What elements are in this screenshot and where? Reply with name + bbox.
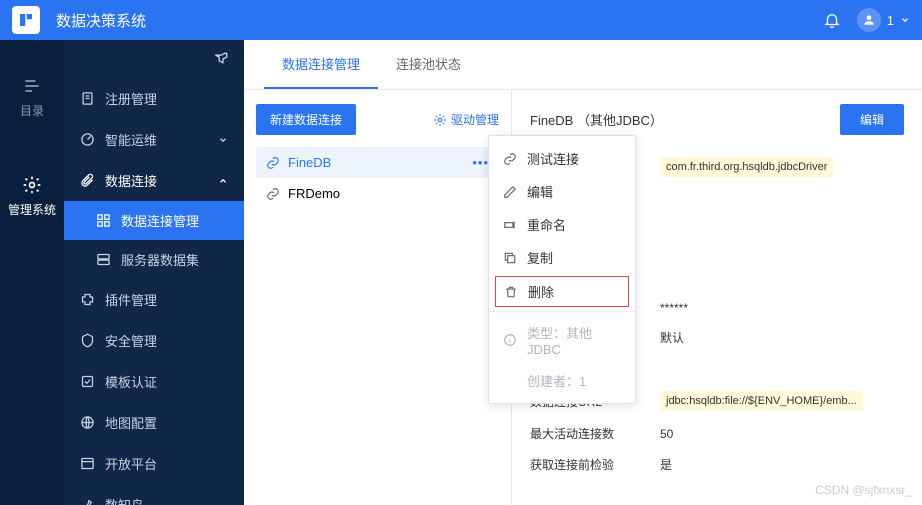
detail-row-maxactive: 最大活动连接数 50 [530, 425, 904, 442]
grid-icon [96, 213, 111, 228]
sidebar: 注册管理 智能运维 数据连接 数据连接管理 服务器数据集 [64, 40, 244, 505]
detail-row-precheck: 获取连接前检验 是 [530, 456, 904, 473]
gear-icon [433, 113, 447, 127]
ctx-rename[interactable]: 重命名 [489, 208, 635, 241]
sidebar-item-security[interactable]: 安全管理 [64, 320, 244, 361]
puzzle-icon [80, 292, 95, 307]
sidebar-sub-server-dataset[interactable]: 服务器数据集 [64, 240, 244, 279]
tab-bar: 数据连接管理 连接池状态 [244, 40, 922, 90]
link-icon [266, 156, 280, 170]
detail-header: FineDB （其他JDBC） 编辑 [530, 104, 904, 135]
sidebar-item-plugin[interactable]: 插件管理 [64, 279, 244, 320]
badge-icon [80, 374, 95, 389]
rail-item-system[interactable]: 管理系统 [0, 167, 64, 226]
info-icon [503, 333, 517, 347]
connection-item-finedb[interactable]: FineDB ••• [256, 147, 499, 178]
detail-title: FineDB （其他JDBC） [530, 110, 663, 129]
chevron-down-icon [218, 135, 228, 145]
copy-icon [503, 251, 517, 265]
list-icon [22, 76, 42, 96]
user-menu[interactable]: 1 [857, 8, 910, 32]
doc-icon [80, 91, 95, 106]
gear-icon [22, 175, 42, 195]
user-avatar-icon [857, 8, 881, 32]
app-logo [12, 6, 40, 34]
pin-icon[interactable] [214, 50, 230, 66]
driver-mgmt-button[interactable]: 驱动管理 [433, 111, 499, 128]
bird-icon [80, 497, 95, 505]
tab-conn-mgmt[interactable]: 数据连接管理 [264, 40, 378, 89]
app-title: 数据决策系统 [56, 10, 823, 31]
ctx-info-type: 类型：其他JDBC [489, 316, 635, 364]
sidebar-item-ops[interactable]: 智能运维 [64, 119, 244, 160]
user-name: 1 [887, 13, 894, 28]
context-menu: 测试连接 编辑 重命名 复制 删除 类型：其他JDBC 创建者：1 [488, 135, 636, 404]
window-icon [80, 456, 95, 471]
pencil-icon [503, 185, 517, 199]
rail-label: 目录 [20, 102, 44, 119]
connection-item-frdemo[interactable]: FRDemo [256, 178, 499, 209]
attach-icon [80, 173, 95, 188]
top-header: 数据决策系统 1 [0, 0, 922, 40]
ctx-copy[interactable]: 复制 [489, 241, 635, 274]
main-container: 目录 管理系统 注册管理 智能运维 数据连接 [0, 40, 922, 505]
ctx-info-creator: 创建者：1 [489, 364, 635, 397]
globe-icon [80, 415, 95, 430]
ctx-test-connection[interactable]: 测试连接 [489, 142, 635, 175]
sidebar-item-register[interactable]: 注册管理 [64, 78, 244, 119]
sidebar-sub-conn-mgmt[interactable]: 数据连接管理 [64, 201, 244, 240]
sidebar-item-bird[interactable]: 数知鸟 [64, 484, 244, 505]
sidebar-list: 注册管理 智能运维 数据连接 数据连接管理 服务器数据集 [64, 40, 244, 505]
sidebar-item-dataconn[interactable]: 数据连接 [64, 160, 244, 201]
tab-pool-status[interactable]: 连接池状态 [378, 40, 479, 89]
watermark: CSDN @sjfxnxsr_ [815, 483, 912, 497]
header-actions: 1 [823, 8, 910, 32]
rail-label: 管理系统 [8, 201, 56, 218]
sidebar-item-template[interactable]: 模板认证 [64, 361, 244, 402]
radar-icon [80, 132, 95, 147]
rail-item-catalog[interactable]: 目录 [0, 68, 64, 127]
sidebar-item-map[interactable]: 地图配置 [64, 402, 244, 443]
divider [489, 311, 635, 312]
new-connection-button[interactable]: 新建数据连接 [256, 104, 356, 135]
panel-toolbar: 新建数据连接 驱动管理 [256, 104, 499, 135]
sidebar-item-openplatform[interactable]: 开放平台 [64, 443, 244, 484]
link-icon [503, 152, 517, 166]
server-icon [96, 252, 111, 267]
trash-icon [504, 285, 518, 299]
rename-icon [503, 218, 517, 232]
ctx-delete[interactable]: 删除 [495, 276, 629, 307]
left-rail: 目录 管理系统 [0, 40, 64, 505]
chevron-down-icon [900, 15, 910, 25]
link-icon [266, 187, 280, 201]
more-icon[interactable]: ••• [472, 155, 489, 170]
edit-button[interactable]: 编辑 [840, 104, 904, 135]
chevron-up-icon [218, 176, 228, 186]
shield-icon [80, 333, 95, 348]
notification-icon[interactable] [823, 11, 841, 29]
ctx-edit[interactable]: 编辑 [489, 175, 635, 208]
connection-list-panel: 新建数据连接 驱动管理 FineDB ••• FRDemo [244, 90, 512, 505]
